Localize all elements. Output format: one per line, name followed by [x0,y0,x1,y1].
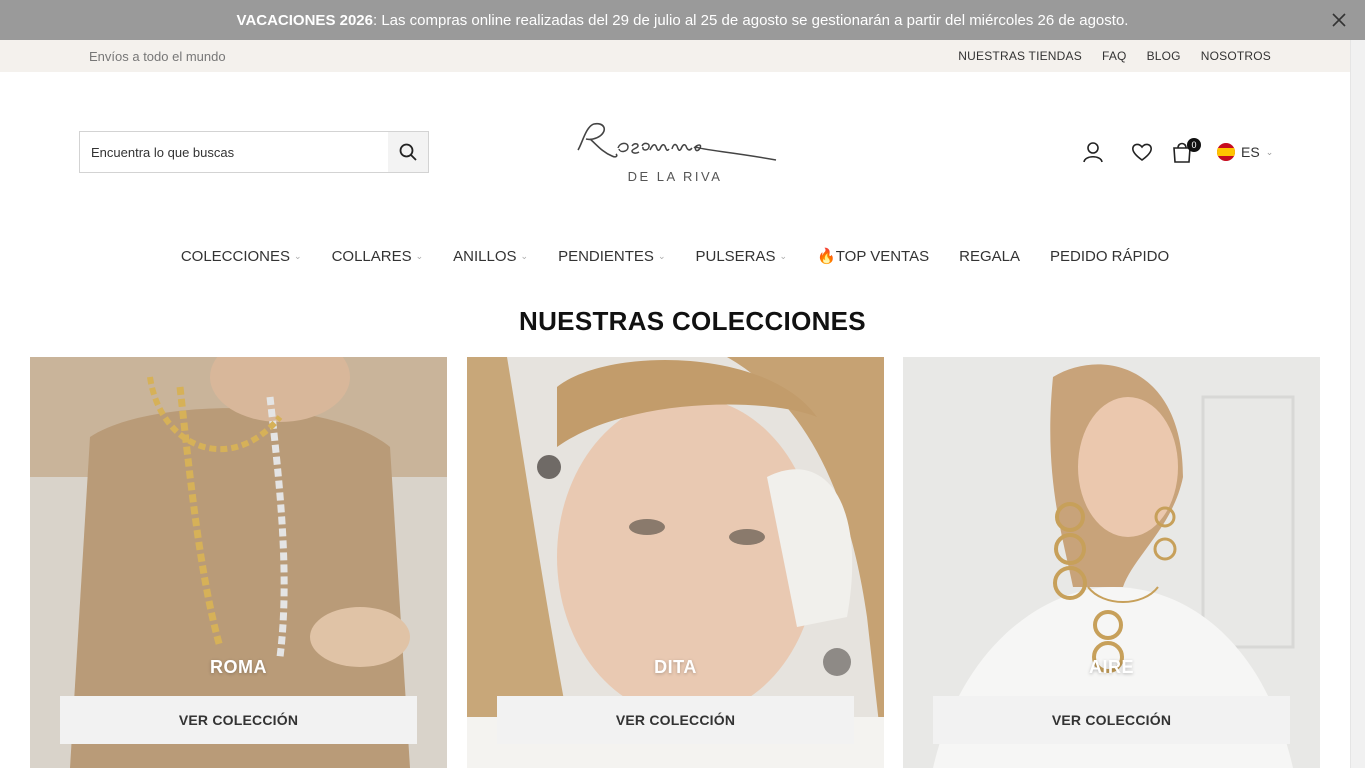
nav-item-label: COLECCIONES [180,247,291,265]
nav-item-label: PENDIENTES [558,247,654,265]
nav-item-top-ventas[interactable]: 🔥TOP VENTAS [817,247,929,265]
logo-subtitle: DE LA RIVA [627,169,723,184]
nav-item-pulseras[interactable]: PULSERAS ⌄ [695,247,787,265]
close-icon[interactable] [1331,12,1347,28]
search-icon [399,143,417,161]
view-collection-button[interactable]: VER COLECCIÓN [933,696,1290,744]
nav-item-label: COLLARES [331,247,412,265]
language-selector[interactable]: ES ⌄ [1217,143,1273,161]
nav-item-anillos[interactable]: ANILLOS ⌄ [453,247,528,265]
top-link-about[interactable]: NOSOTROS [1201,49,1271,63]
view-collection-button[interactable]: VER COLECCIÓN [497,696,854,744]
search-box [79,131,429,173]
announcement-body: : Las compras online realizadas del 29 d… [372,11,1129,29]
chevron-down-icon: ⌄ [779,250,788,261]
collections-title: NUESTRAS COLECCIONES [519,306,866,336]
announcement-bold: VACACIONES 2026 [236,11,373,29]
chevron-down-icon: ⌄ [657,250,666,261]
heart-icon[interactable] [1129,139,1155,165]
user-icon[interactable] [1080,139,1106,165]
chevron-down-icon: ⌄ [520,250,529,261]
announcement-text: VACACIONES 2026: Las compras online real… [237,12,1129,29]
cart-count-badge: 0 [1187,138,1201,152]
top-link-faq[interactable]: FAQ [1102,49,1127,63]
nav-item-colecciones[interactable]: COLECCIONES ⌄ [181,247,302,265]
nav-item-pedido-rapido[interactable]: PEDIDO RÁPIDO [1050,247,1169,265]
chevron-down-icon: ⌄ [1265,146,1274,157]
page-scrollbar[interactable] [1350,40,1365,768]
shipping-note: Envíos a todo el mundo [89,49,226,64]
view-collection-button[interactable]: VER COLECCIÓN [60,696,417,744]
collection-name: AIRE [1088,657,1134,677]
nav-item-collares[interactable]: COLLARES ⌄ [332,247,424,265]
brand-logo[interactable]: DE LA RIVA [572,116,778,188]
logo-script [577,122,777,161]
collection-card-roma[interactable]: ROMA VER COLECCIÓN [30,357,447,768]
collection-card-aire[interactable]: AIRE VER COLECCIÓN [903,357,1320,768]
top-links: NUESTRAS TIENDAS FAQ BLOG NOSOTROS [958,49,1271,63]
search-input[interactable] [80,132,388,172]
language-label: ES [1241,144,1260,160]
nav-item-label: REGALA [959,247,1020,265]
top-link-blog[interactable]: BLOG [1147,49,1181,63]
collection-name: DITA [654,657,697,677]
nav-item-regala[interactable]: REGALA [959,247,1020,265]
top-utility-bar: Envíos a todo el mundo NUESTRAS TIENDAS … [0,40,1350,72]
collection-name: ROMA [210,657,267,677]
nav-item-pendientes[interactable]: PENDIENTES ⌄ [558,247,665,265]
announcement-bar: VACACIONES 2026: Las compras online real… [0,0,1365,40]
search-button[interactable] [388,132,428,172]
nav-item-label: PULSERAS [695,247,776,265]
main-nav: COLECCIONES ⌄ COLLARES ⌄ ANILLOS ⌄ PENDIENT… [0,247,1350,266]
chevron-down-icon: ⌄ [294,250,302,261]
top-link-stores[interactable]: NUESTRAS TIENDAS [958,49,1082,63]
nav-item-label: 🔥TOP VENTAS [817,248,930,265]
spain-flag-icon [1217,143,1235,161]
chevron-down-icon: ⌄ [415,250,424,261]
nav-item-label: PEDIDO RÁPIDO [1049,247,1170,265]
collection-card-dita[interactable]: DITA VER COLECCIÓN [467,357,884,768]
nav-item-label: ANILLOS [453,247,517,265]
